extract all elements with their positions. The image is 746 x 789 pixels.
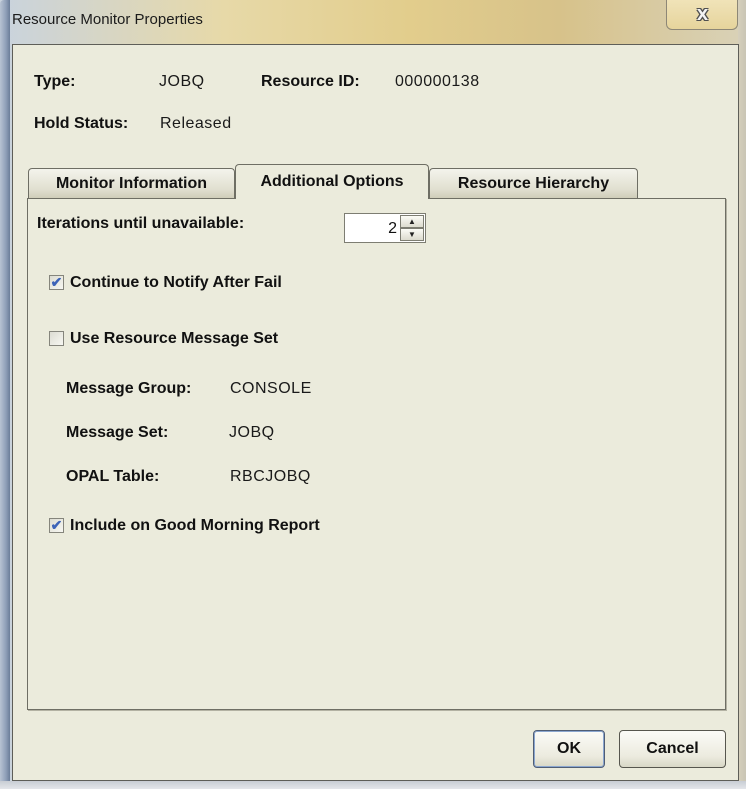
spin-down-button[interactable]: ▼ [400,228,424,241]
hold-status-value: Released [160,115,232,132]
checkmark-icon: ✔ [50,517,63,533]
message-set-label: Message Set: [66,424,169,441]
arrow-down-icon: ▼ [408,229,416,239]
ok-button[interactable]: OK [533,730,605,768]
hold-status-label: Hold Status: [34,115,129,132]
iterations-spinner[interactable]: 2 ▲ ▼ [344,213,426,243]
use-message-set-label[interactable]: Use Resource Message Set [70,330,278,348]
continue-notify-checkbox[interactable]: ✔ [49,275,64,290]
type-value: JOBQ [159,73,205,90]
opal-table-label: OPAL Table: [66,468,160,485]
window-frame-right [738,0,746,789]
cancel-button-label: Cancel [646,740,699,757]
window-frame-left [0,0,10,789]
tab-label: Additional Options [260,173,404,190]
dialog-client-area: Type: JOBQ Resource ID: 000000138 Hold S… [12,44,739,781]
use-message-set-checkbox[interactable] [49,331,64,346]
tab-label: Monitor Information [55,174,208,192]
dialog-window: Resource Monitor Properties X Type: JOBQ… [0,0,746,789]
good-morning-report-label[interactable]: Include on Good Morning Report [70,517,320,535]
message-set-value: JOBQ [229,424,275,441]
spin-up-button[interactable]: ▲ [400,215,424,228]
iterations-value[interactable]: 2 [388,220,397,238]
close-icon: X [696,5,709,24]
resource-id-value: 000000138 [395,73,480,90]
resource-id-label: Resource ID: [261,73,360,90]
tab-additional-options[interactable]: Additional Options [235,164,429,199]
arrow-up-icon: ▲ [408,216,416,226]
good-morning-report-checkbox[interactable]: ✔ [49,518,64,533]
window-title: Resource Monitor Properties [12,11,203,28]
message-group-label: Message Group: [66,380,192,397]
window-frame-bottom [0,781,746,789]
message-group-value: CONSOLE [230,380,312,397]
checkmark-icon: ✔ [50,274,63,290]
tab-resource-hierarchy[interactable]: Resource Hierarchy [429,168,638,198]
iterations-label: Iterations until unavailable: [37,215,245,232]
close-button[interactable]: X [666,0,738,30]
tab-label: Resource Hierarchy [457,174,610,192]
continue-notify-label[interactable]: Continue to Notify After Fail [70,274,282,292]
cancel-button[interactable]: Cancel [619,730,726,768]
tab-monitor-information[interactable]: Monitor Information [28,168,235,198]
ok-button-label: OK [557,740,581,757]
opal-table-value: RBCJOBQ [230,468,311,485]
type-label: Type: [34,73,76,90]
